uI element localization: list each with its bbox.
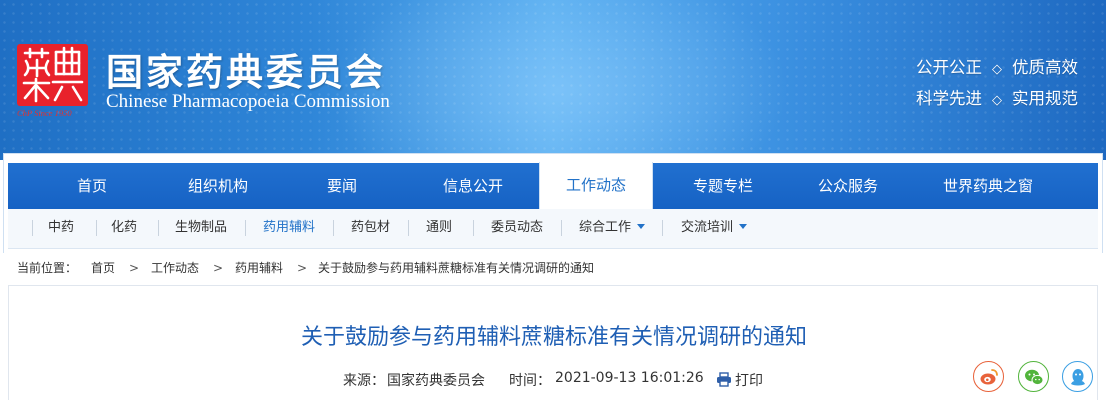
breadcrumb-prefix: 当前位置：: [17, 261, 78, 275]
nav-item-world-pharmacopoeia[interactable]: 世界药典之窗: [918, 163, 1058, 209]
sub-nav-exchange-training-label: 交流培训: [681, 220, 734, 235]
breadcrumb-separator: >: [297, 261, 308, 275]
sub-nav-biologics[interactable]: 生物制品: [175, 209, 227, 247]
breadcrumb-excipients[interactable]: 药用辅料: [235, 256, 283, 280]
nav-item-work-updates[interactable]: 工作动态: [539, 162, 653, 210]
nav-item-special-topics[interactable]: 专题专栏: [668, 163, 778, 209]
slogan-line-2: 科学先进 ◇ 实用规范: [916, 85, 1078, 109]
nav-item-home[interactable]: 首页: [48, 163, 136, 209]
wechat-icon[interactable]: [1018, 361, 1049, 392]
sub-nav-general-chapters[interactable]: 通则: [426, 209, 452, 247]
diamond-icon: ◇: [992, 93, 1002, 108]
divider: [333, 220, 334, 236]
divider: [32, 220, 33, 236]
caret-down-icon: [637, 224, 646, 229]
site-title[interactable]: 国家药典委员会: [106, 42, 386, 96]
sub-nav-member-updates[interactable]: 委员动态: [491, 209, 543, 247]
nav-item-info-disclosure[interactable]: 信息公开: [418, 163, 528, 209]
nav-item-organization[interactable]: 组织机构: [168, 163, 268, 209]
slogan-text: 优质高效: [1012, 58, 1078, 77]
sub-nav-excipients[interactable]: 药用辅料: [263, 209, 315, 247]
nav-item-news[interactable]: 要闻: [298, 163, 386, 209]
slogan-text: 科学先进: [916, 89, 982, 108]
sub-nav-chemical-drugs[interactable]: 化药: [111, 209, 137, 247]
sub-nav-tcm[interactable]: 中药: [48, 209, 74, 247]
sub-nav-general-work-label: 综合工作: [579, 220, 632, 235]
article-title: 关于鼓励参与药用辅料蔗糖标准有关情况调研的通知: [300, 325, 807, 350]
slogan-line-1: 公开公正 ◇ 优质高效: [916, 54, 1078, 78]
logo-seal[interactable]: [17, 44, 88, 106]
print-button[interactable]: 打印: [735, 370, 763, 390]
logo-since-text: ChP Since 1950: [17, 108, 72, 118]
weibo-icon[interactable]: [973, 361, 1004, 392]
sub-nav-general-work[interactable]: 综合工作: [579, 209, 646, 247]
slogan-text: 实用规范: [1012, 89, 1078, 108]
main-nav: 首页 组织机构 要闻 信息公开 工作动态 专题专栏 公众服务 世界药典之窗: [8, 162, 1098, 210]
divider: [158, 220, 159, 236]
divider: [561, 220, 562, 236]
source-label: 来源：: [343, 373, 385, 389]
breadcrumb: 当前位置： 首页 > 工作动态 > 药用辅料 > 关于鼓励参与药用辅料蔗糖标准有…: [8, 256, 1098, 280]
site-subtitle: Chinese Pharmacopoeia Commission: [106, 91, 390, 112]
diamond-icon: ◇: [992, 62, 1002, 77]
print-icon[interactable]: [716, 372, 732, 391]
slogan-text: 公开公正: [916, 58, 982, 77]
divider: [662, 220, 663, 236]
nav-item-public-services[interactable]: 公众服务: [793, 163, 903, 209]
divider: [245, 220, 246, 236]
qq-icon[interactable]: [1062, 361, 1093, 392]
breadcrumb-home[interactable]: 首页: [91, 256, 115, 280]
sub-nav: 中药 化药 生物制品 药用辅料 药包材 通则 委员动态 综合工作 交流培训: [8, 209, 1098, 249]
caret-down-icon: [739, 224, 748, 229]
site-header: ChP Since 1950 国家药典委员会 Chinese Pharmacop…: [0, 0, 1106, 160]
time-label: 时间：: [509, 373, 551, 389]
divider: [473, 220, 474, 236]
sub-nav-packaging[interactable]: 药包材: [351, 209, 390, 247]
breadcrumb-separator: >: [213, 261, 224, 275]
source-value: 国家药典委员会: [387, 373, 485, 389]
breadcrumb-current: 关于鼓励参与药用辅料蔗糖标准有关情况调研的通知: [318, 261, 595, 275]
divider: [408, 220, 409, 236]
time-value: 2021-09-13 16:01:26: [555, 370, 704, 386]
breadcrumb-separator: >: [129, 261, 140, 275]
sub-nav-exchange-training[interactable]: 交流培训: [681, 209, 748, 247]
breadcrumb-work-updates[interactable]: 工作动态: [151, 256, 199, 280]
divider: [96, 220, 97, 236]
article-panel: 关于鼓励参与药用辅料蔗糖标准有关情况调研的通知 来源： 国家药典委员会 时间： …: [8, 285, 1098, 400]
